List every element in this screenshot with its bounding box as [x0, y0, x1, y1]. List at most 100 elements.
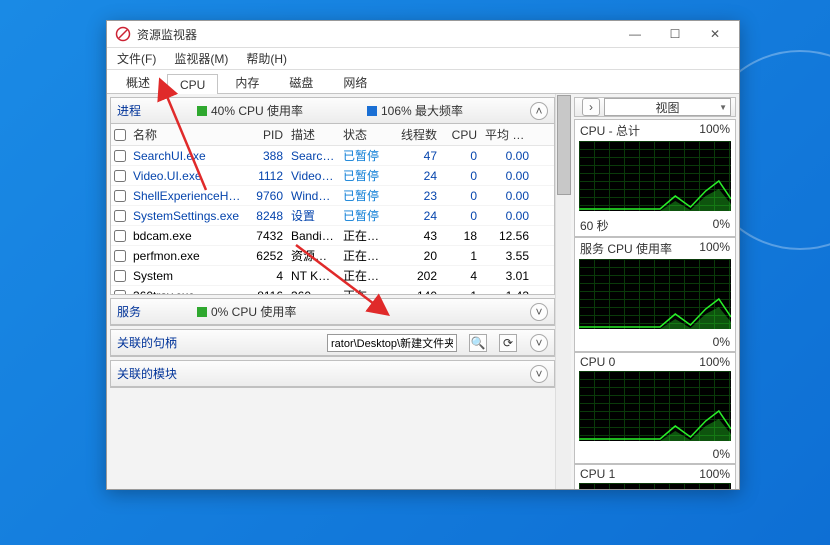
cell-desc: Bandic… — [287, 229, 339, 243]
cell-desc: 设置 — [287, 207, 339, 224]
row-checkbox[interactable] — [114, 250, 126, 262]
tab-network[interactable]: 网络 — [330, 70, 380, 93]
row-checkbox[interactable] — [114, 230, 126, 242]
cell-cpu: 4 — [441, 269, 481, 283]
cell-cpu: 1 — [441, 249, 481, 263]
table-row[interactable]: SystemSettings.exe8248设置已暂停2400.00 — [111, 206, 554, 226]
cell-desc: NT Ker… — [287, 269, 339, 283]
menu-monitor[interactable]: 监视器(M) — [170, 48, 232, 69]
processes-table: 名称 PID 描述 状态 线程数 CPU 平均 CPU SearchUI.exe… — [111, 124, 554, 294]
cell-avgcpu: 1.43 — [481, 289, 533, 295]
maximize-button[interactable]: ☐ — [655, 24, 695, 44]
cell-pid: 4 — [245, 269, 287, 283]
modules-header[interactable]: 关联的模块 ˅ — [111, 361, 554, 387]
cell-pid: 9760 — [245, 189, 287, 203]
scrollbar-thumb[interactable] — [557, 95, 571, 195]
col-avgcpu[interactable]: 平均 CPU — [481, 126, 533, 143]
cell-name: Video.UI.exe — [129, 169, 245, 183]
row-checkbox[interactable] — [114, 190, 126, 202]
maximize-icon: ☐ — [670, 27, 681, 41]
table-row[interactable]: Video.UI.exe1112Video …已暂停2400.00 — [111, 166, 554, 186]
refresh-button[interactable]: ⟳ — [499, 334, 517, 352]
graph-title: CPU - 总计 — [580, 122, 640, 139]
cell-threads: 20 — [391, 249, 441, 263]
table-row[interactable]: ShellExperienceHost.exe9760Windo…已暂停2300… — [111, 186, 554, 206]
row-checkbox[interactable] — [114, 150, 126, 162]
handles-header[interactable]: 关联的句柄 🔍 ⟳ ˅ — [111, 330, 554, 356]
green-square-icon — [197, 106, 207, 116]
cell-status: 正在运行 — [339, 247, 391, 264]
row-checkbox[interactable] — [114, 210, 126, 222]
cell-status: 已暂停 — [339, 187, 391, 204]
cell-threads: 43 — [391, 229, 441, 243]
table-row[interactable]: perfmon.exe6252资源和…正在运行2013.55 — [111, 246, 554, 266]
search-button[interactable]: 🔍 — [469, 334, 487, 352]
handles-filter-input[interactable] — [327, 334, 457, 352]
services-label: 服务 — [117, 303, 187, 320]
table-row[interactable]: bdcam.exe7432Bandic…正在运行431812.56 — [111, 226, 554, 246]
cell-threads: 23 — [391, 189, 441, 203]
menu-help[interactable]: 帮助(H) — [242, 48, 291, 69]
close-button[interactable]: ✕ — [695, 24, 735, 44]
select-all-checkbox[interactable] — [114, 129, 126, 141]
tab-memory[interactable]: 内存 — [222, 70, 272, 93]
expand-button[interactable]: ˅ — [530, 365, 548, 383]
table-row[interactable]: System4NT Ker…正在运行20243.01 — [111, 266, 554, 286]
chevron-down-icon: ˅ — [535, 305, 542, 319]
green-square-icon — [197, 307, 207, 317]
titlebar[interactable]: 资源监视器 — ☐ ✕ — [107, 21, 739, 48]
cpu-graph: 服务 CPU 使用率100%0% — [574, 237, 736, 352]
window-title: 资源监视器 — [137, 26, 615, 43]
vertical-scrollbar[interactable] — [555, 94, 571, 489]
cell-threads: 140 — [391, 289, 441, 295]
cell-cpu: 0 — [441, 189, 481, 203]
tab-overview[interactable]: 概述 — [113, 70, 163, 93]
graph-pct: 100% — [699, 467, 730, 481]
col-desc[interactable]: 描述 — [287, 126, 339, 143]
left-column: 进程 40% CPU 使用率 106% 最大频率 ˄ — [107, 94, 555, 489]
table-row[interactable]: 360tray.exe8116360安…正在运行14011.43 — [111, 286, 554, 294]
collapse-right-button[interactable]: › — [582, 98, 600, 116]
cell-pid: 7432 — [245, 229, 287, 243]
row-checkbox[interactable] — [114, 290, 126, 295]
services-header[interactable]: 服务 0% CPU 使用率 ˅ — [111, 299, 554, 325]
expand-button[interactable]: ˅ — [530, 303, 548, 321]
tab-disk[interactable]: 磁盘 — [276, 70, 326, 93]
minimize-button[interactable]: — — [615, 24, 655, 44]
col-threads[interactable]: 线程数 — [391, 126, 441, 143]
chevron-up-icon: ˄ — [535, 104, 542, 118]
graph-pct: 100% — [699, 355, 730, 369]
col-cpu[interactable]: CPU — [441, 128, 481, 142]
row-checkbox[interactable] — [114, 170, 126, 182]
cell-name: bdcam.exe — [129, 229, 245, 243]
processes-header[interactable]: 进程 40% CPU 使用率 106% 最大频率 ˄ — [111, 98, 554, 124]
right-column: › 视图 CPU - 总计100%60 秒0%服务 CPU 使用率100%0%C… — [571, 94, 739, 489]
table-row[interactable]: SearchUI.exe388Search …已暂停4700.00 — [111, 146, 554, 166]
cell-status: 已暂停 — [339, 167, 391, 184]
cell-avgcpu: 0.00 — [481, 169, 533, 183]
cell-name: SystemSettings.exe — [129, 209, 245, 223]
col-pid[interactable]: PID — [245, 128, 287, 142]
graph-canvas — [579, 141, 731, 211]
chevron-right-icon: › — [589, 100, 593, 114]
col-name[interactable]: 名称 — [129, 126, 245, 143]
cell-cpu: 0 — [441, 149, 481, 163]
cell-name: SearchUI.exe — [129, 149, 245, 163]
row-checkbox[interactable] — [114, 270, 126, 282]
tab-cpu[interactable]: CPU — [167, 74, 218, 94]
col-status[interactable]: 状态 — [339, 126, 391, 143]
cell-status: 已暂停 — [339, 147, 391, 164]
cell-pid: 8116 — [245, 289, 287, 295]
services-panel: 服务 0% CPU 使用率 ˅ — [110, 298, 555, 326]
cell-avgcpu: 12.56 — [481, 229, 533, 243]
expand-button[interactable]: ˅ — [530, 334, 548, 352]
cell-avgcpu: 0.00 — [481, 189, 533, 203]
graph-title: CPU 1 — [580, 467, 615, 481]
collapse-button[interactable]: ˄ — [530, 102, 548, 120]
cell-avgcpu: 3.55 — [481, 249, 533, 263]
app-icon — [115, 26, 131, 42]
view-dropdown[interactable]: 视图 — [604, 98, 731, 116]
tabbar: 概述 CPU 内存 磁盘 网络 — [107, 70, 739, 94]
menu-file[interactable]: 文件(F) — [113, 48, 160, 69]
cell-desc: Search … — [287, 149, 339, 163]
